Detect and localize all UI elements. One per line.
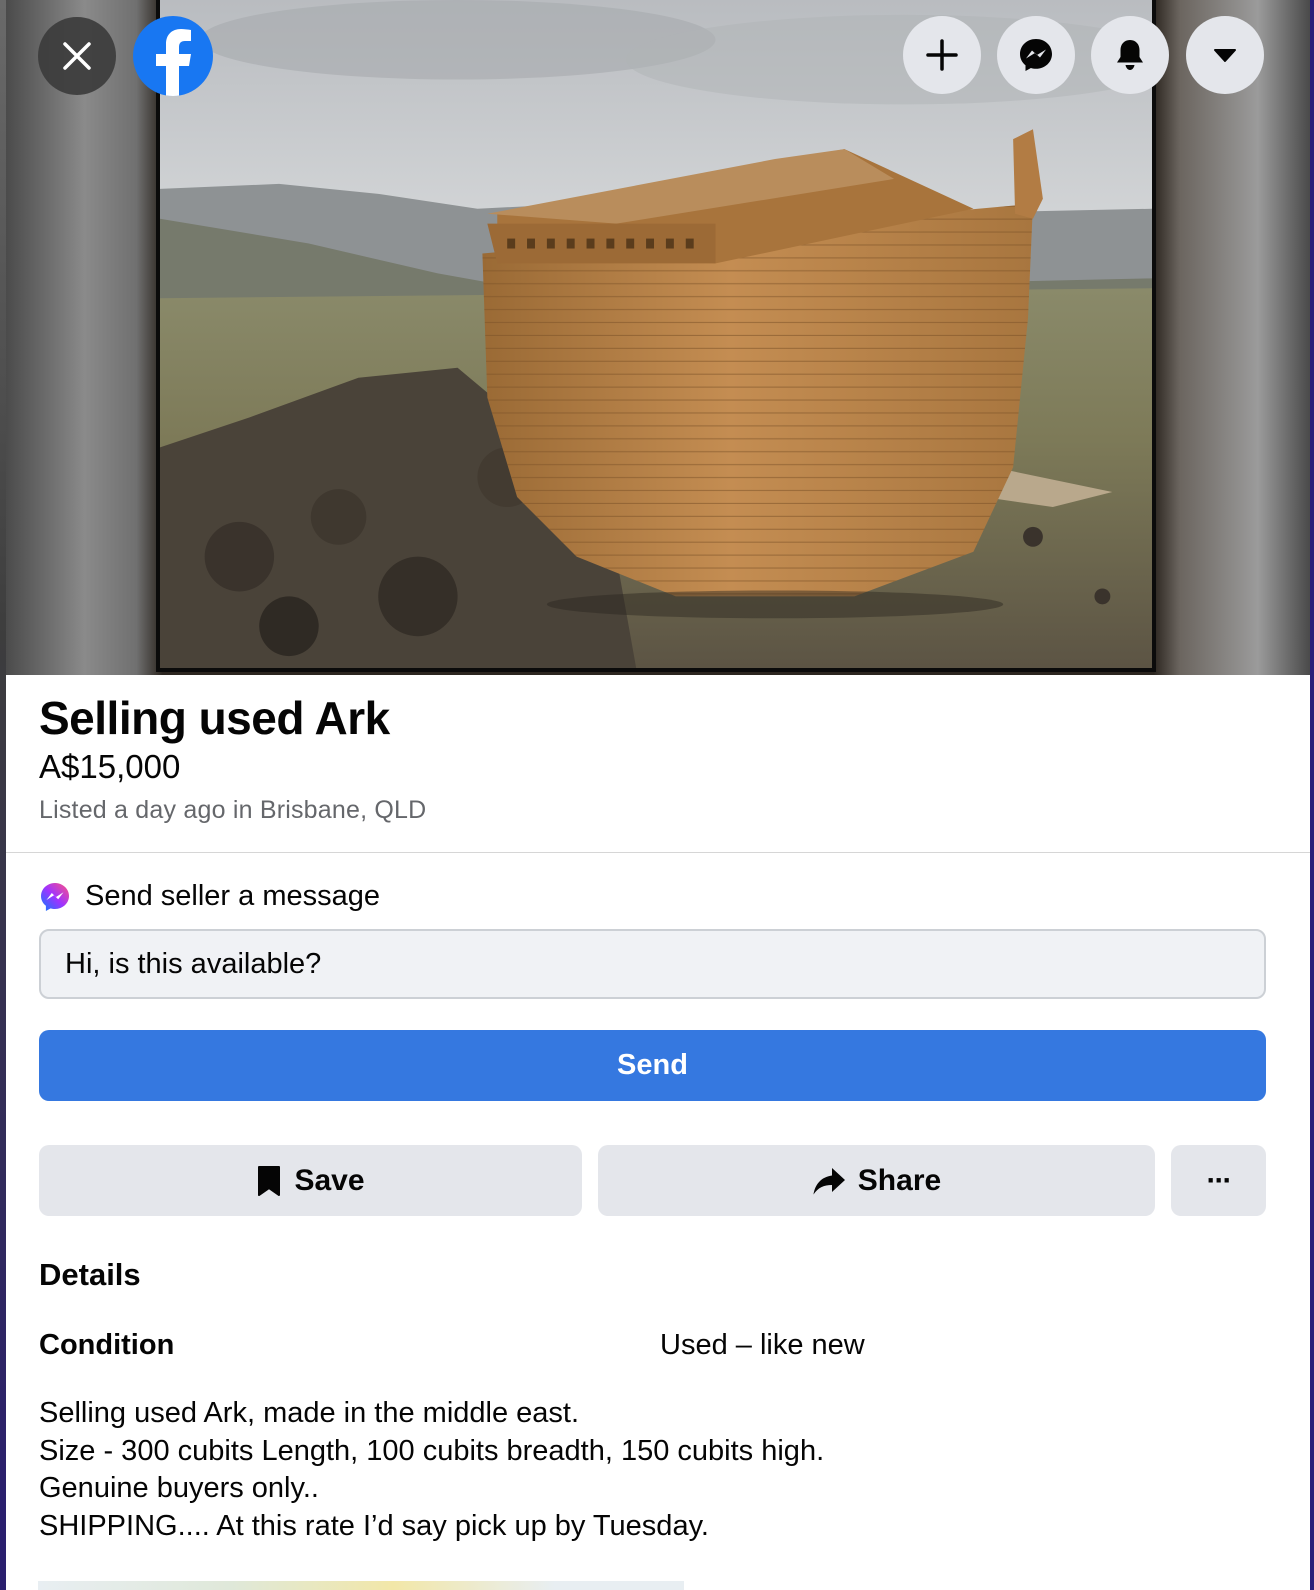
listing-meta[interactable]: Listed a day ago in Brisbane, QLD — [39, 796, 426, 825]
location-map[interactable] — [38, 1581, 684, 1590]
condition-label: Condition — [39, 1329, 175, 1361]
save-label: Save — [294, 1163, 365, 1197]
details-heading: Details — [39, 1257, 141, 1292]
bell-icon — [1117, 40, 1143, 70]
bookmark-icon — [258, 1165, 281, 1196]
share-icon — [813, 1167, 845, 1194]
facebook-logo-icon — [156, 29, 191, 96]
divider — [6, 852, 1310, 853]
more-options-button[interactable]: ··· — [1171, 1145, 1266, 1216]
send-button[interactable]: Send — [39, 1030, 1266, 1101]
close-icon — [63, 42, 91, 70]
window-edge — [1310, 0, 1314, 1590]
listing-photo[interactable] — [156, 0, 1156, 672]
listing-price: A$15,000 — [39, 748, 181, 785]
listing-description: Selling used Ark, made in the middle eas… — [39, 1395, 824, 1545]
listing-photo-area — [6, 0, 1310, 675]
caret-down-icon — [1214, 49, 1236, 62]
account-menu-button[interactable] — [1186, 16, 1264, 94]
ark-photo — [160, 0, 1152, 668]
plus-icon — [926, 39, 958, 71]
condition-value: Used – like new — [660, 1329, 865, 1361]
share-button[interactable]: Share — [598, 1145, 1155, 1216]
message-seller-header: Send seller a message — [39, 880, 380, 913]
share-label: Share — [857, 1163, 942, 1197]
notifications-button[interactable] — [1091, 16, 1169, 94]
messenger-icon — [1020, 39, 1052, 71]
message-input[interactable] — [39, 929, 1266, 999]
more-options-icon: ··· — [1206, 1163, 1233, 1197]
messenger-icon — [41, 882, 69, 911]
close-button[interactable] — [38, 17, 116, 95]
messenger-button[interactable] — [997, 16, 1075, 94]
description-line: Genuine buyers only.. — [39, 1472, 319, 1504]
description-line: SHIPPING.... At this rate I’d say pick u… — [39, 1509, 709, 1542]
description-line: Selling used Ark, made in the middle eas… — [39, 1397, 580, 1429]
description-line: Size - 300 cubits Length, 100 cubits bre… — [39, 1434, 825, 1467]
message-seller-label: Send seller a message — [85, 880, 380, 912]
facebook-logo[interactable] — [133, 16, 213, 96]
create-button[interactable] — [903, 16, 981, 94]
save-button[interactable]: Save — [39, 1145, 582, 1216]
listing-title: Selling used Ark — [39, 692, 390, 744]
